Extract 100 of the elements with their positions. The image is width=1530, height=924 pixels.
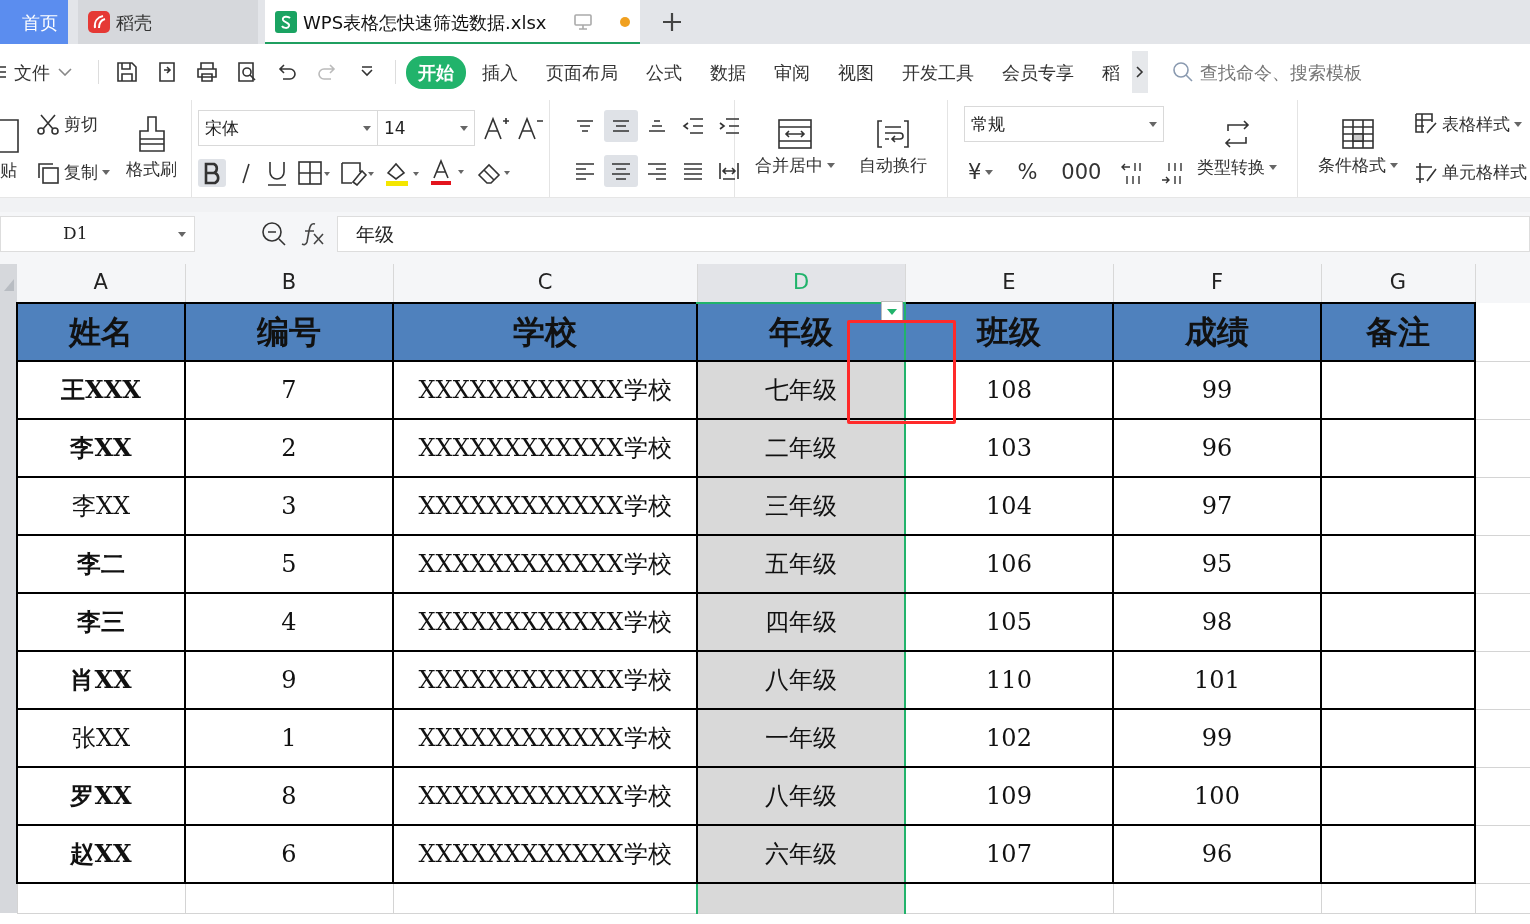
ribbon-tab[interactable]: 插入	[470, 55, 530, 89]
font-color-icon[interactable]	[430, 158, 466, 187]
ribbon-tab[interactable]: 数据	[698, 55, 758, 89]
column-header[interactable]: F	[1113, 264, 1321, 303]
table-cell: 1	[185, 709, 393, 767]
table-cell: 98	[1113, 593, 1321, 651]
table-cell: 110	[905, 651, 1113, 709]
bold-button[interactable]	[198, 158, 226, 187]
align-middle-button[interactable]	[604, 110, 638, 143]
print-icon[interactable]	[195, 60, 219, 84]
border-icon[interactable]	[298, 160, 330, 185]
column-header[interactable]: A	[17, 264, 185, 303]
header-cell: 班级	[905, 303, 1113, 361]
search-input[interactable]: 查找命令、搜索模板	[1198, 57, 1498, 87]
caret-icon	[363, 125, 371, 131]
type-convert-button[interactable]: 类型转换	[1193, 114, 1282, 183]
align-right-icon	[646, 160, 668, 181]
header-cell: 姓名	[17, 303, 185, 361]
font-select[interactable]: 宋体	[198, 110, 378, 147]
header-cell: 学校	[393, 303, 697, 361]
number-format-button[interactable]: ¥	[964, 155, 998, 191]
number-format-select[interactable]: 常规	[964, 106, 1164, 143]
table-cell: 四年级	[697, 593, 905, 651]
underline-icon[interactable]	[266, 159, 288, 186]
table-cell: 李二	[17, 535, 185, 593]
table-style-button[interactable]: 表格样式	[1410, 109, 1530, 139]
ribbon-tab[interactable]: 审阅	[762, 55, 822, 89]
table-cell: 八年级	[697, 651, 905, 709]
ribbon-tab[interactable]: 开发工具	[890, 55, 986, 89]
tab[interactable]: 稻壳	[78, 0, 258, 44]
column-header[interactable]: E	[905, 264, 1113, 303]
table-cell: 7	[185, 361, 393, 419]
wrap-text-button[interactable]: 自动换行	[855, 116, 931, 181]
number-format-value: 常规	[971, 112, 1005, 136]
increase-font-icon[interactable]	[483, 115, 509, 142]
paste-button[interactable]: 贴	[0, 111, 24, 186]
table-cell: 李XX	[17, 419, 185, 477]
tab-label: 首页	[22, 10, 58, 35]
copy-button[interactable]: 复制	[32, 158, 114, 188]
header-cell: 备注	[1321, 303, 1475, 361]
scissors-icon	[36, 112, 60, 137]
column-header[interactable]: G	[1321, 264, 1475, 303]
table-cell: 一年级	[697, 709, 905, 767]
table-cell: 6	[185, 825, 393, 883]
font-size-select[interactable]: 14	[377, 110, 475, 147]
table-cell: 107	[905, 825, 1113, 883]
table-cell: 104	[905, 477, 1113, 535]
caret-icon	[1269, 165, 1278, 170]
table-cell: 罗XX	[17, 767, 185, 825]
caret-icon	[178, 231, 186, 237]
header-cell: 年级	[697, 303, 905, 361]
zoom-icon[interactable]	[261, 221, 287, 247]
ribbon-tab[interactable]: 稻	[1090, 55, 1132, 89]
function-icon[interactable]	[299, 222, 325, 246]
caret-icon	[460, 125, 468, 131]
format-painter-button[interactable]: 格式刷	[122, 112, 181, 185]
table-cell: 97	[1113, 477, 1321, 535]
ribbon-tab[interactable]: 会员专享	[990, 55, 1086, 89]
brush-icon	[136, 114, 167, 153]
table-cell: 101	[1113, 651, 1321, 709]
cut-button[interactable]: 剪切	[32, 109, 114, 139]
conditional-format-button[interactable]: 条件格式	[1314, 116, 1403, 181]
save-icon[interactable]	[115, 60, 139, 84]
column-header[interactable]: B	[185, 264, 393, 303]
table-cell: 99	[1113, 361, 1321, 419]
align-center-button[interactable]	[604, 154, 638, 187]
ribbon-tab[interactable]: 页面布局	[534, 55, 630, 89]
table-cell: XXXXXXXXXXXX学校	[393, 477, 697, 535]
filter-button[interactable]	[881, 301, 903, 322]
number-format-button[interactable]: %	[1013, 155, 1042, 191]
decrease-font-icon[interactable]	[517, 115, 543, 142]
ribbon-tab[interactable]: 视图	[826, 55, 886, 89]
search-icon	[1172, 61, 1194, 83]
merge-center-button[interactable]: 合并居中	[751, 116, 839, 181]
table-cell: 五年级	[697, 535, 905, 593]
font-size-value: 14	[384, 116, 406, 140]
chevron-down-icon	[58, 68, 72, 76]
file-menu[interactable]: 文件	[0, 55, 84, 89]
caret-icon	[102, 170, 110, 176]
chevron-right-icon	[1136, 66, 1144, 79]
plus-icon[interactable]	[662, 12, 682, 32]
table-cell: 108	[905, 361, 1113, 419]
column-header[interactable]: C	[393, 264, 697, 303]
tab-label: WPS表格怎快速筛选数据.xlsx	[303, 10, 547, 35]
more-tabs-button[interactable]	[1132, 51, 1148, 93]
fill-pattern-icon[interactable]	[340, 159, 374, 186]
formula-field[interactable]: 年级	[337, 216, 1530, 252]
table-cell: 二年级	[697, 419, 905, 477]
caret-icon	[1514, 121, 1523, 127]
cell-reference-field[interactable]: D1	[0, 216, 195, 252]
number-format-button[interactable]: 000	[1057, 155, 1106, 191]
ribbon-tab[interactable]: 公式	[634, 55, 694, 89]
table-cell: 肖XX	[17, 651, 185, 709]
justify-icon	[682, 160, 704, 181]
tab[interactable]: WPS表格怎快速筛选数据.xlsx	[265, 0, 640, 44]
file-label: 文件	[14, 60, 50, 85]
cell-style-button[interactable]: 单元格样式	[1410, 158, 1530, 188]
decrease-indent-icon	[682, 116, 704, 137]
table-cell: 赵XX	[17, 825, 185, 883]
table-cell: 8	[185, 767, 393, 825]
